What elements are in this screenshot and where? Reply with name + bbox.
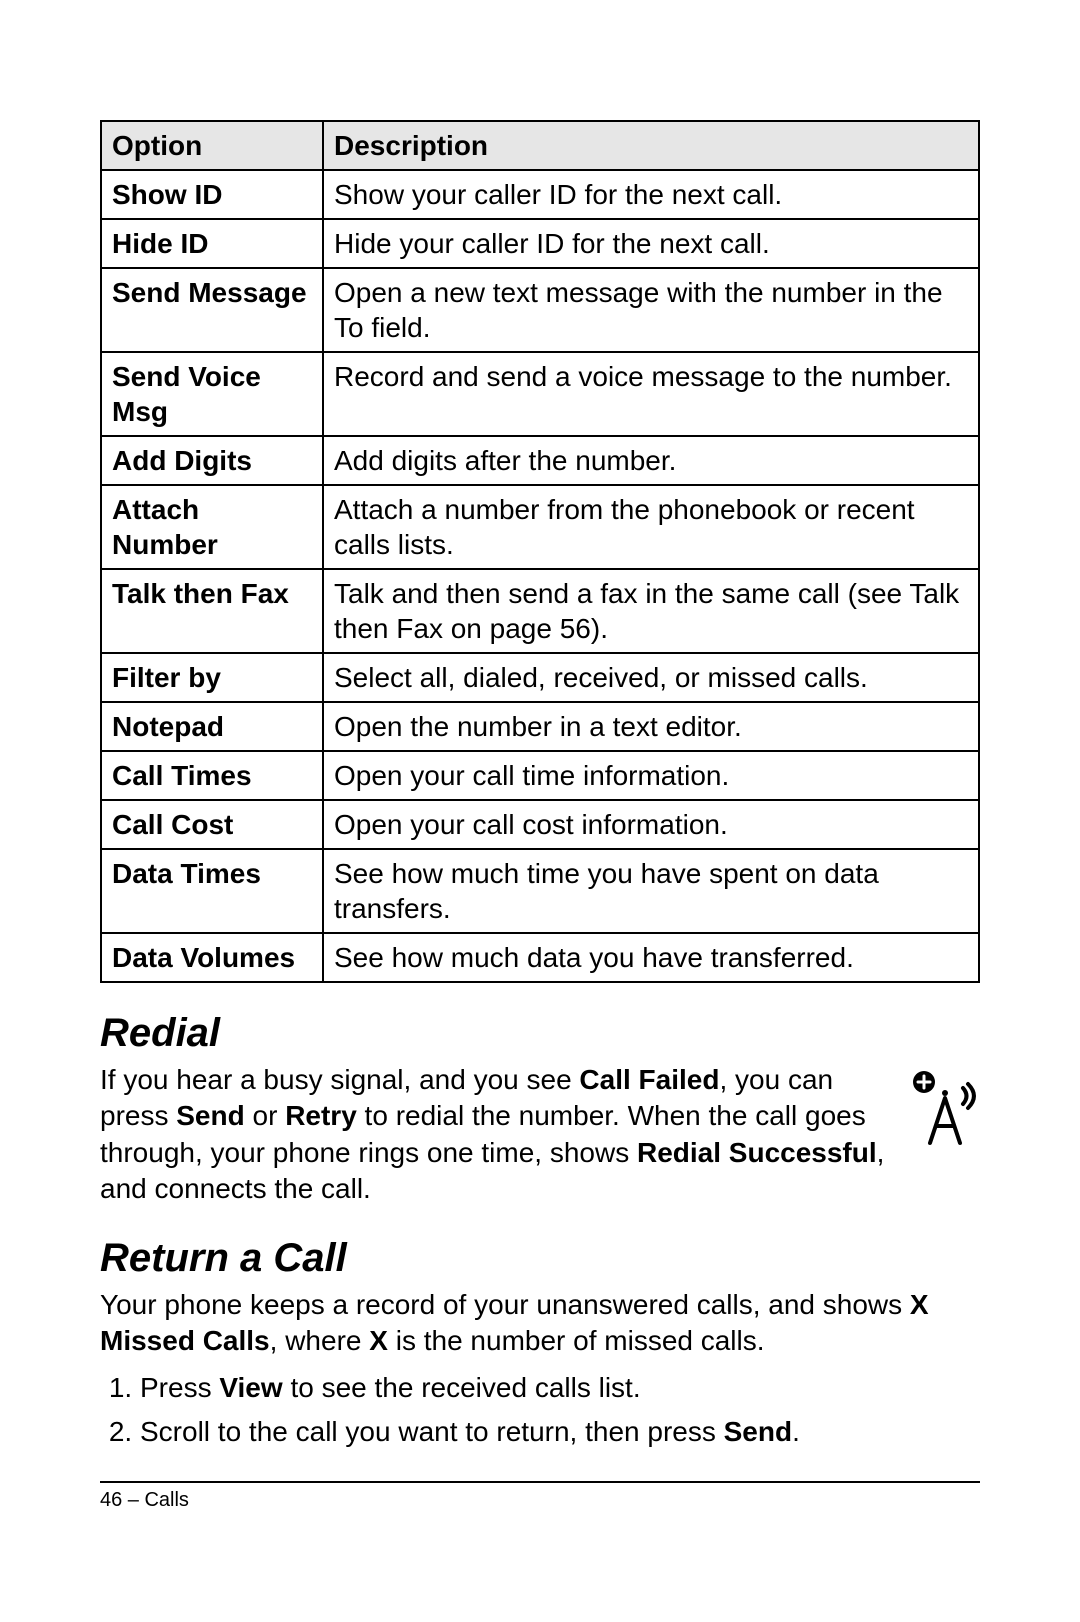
option-cell: Notepad [101,702,323,751]
table-row: Send MessageOpen a new text message with… [101,268,979,352]
view-label: View [219,1372,282,1403]
option-cell: Send Voice Msg [101,352,323,436]
description-cell: See how much data you have transferred. [323,933,979,982]
description-cell: Talk and then send a fax in the same cal… [323,569,979,653]
redial-paragraph: If you hear a busy signal, and you see C… [100,1062,980,1208]
manual-page: Option Description Show IDShow your call… [0,0,1080,1622]
option-cell: Attach Number [101,485,323,569]
table-row: Filter bySelect all, dialed, received, o… [101,653,979,702]
text: Scroll to the call you want to return, t… [140,1416,724,1447]
header-description: Description [323,121,979,170]
table-row: Attach NumberAttach a number from the ph… [101,485,979,569]
table-row: Call TimesOpen your call time informatio… [101,751,979,800]
return-call-paragraph: Your phone keeps a record of your unansw… [100,1287,980,1360]
table-row: Show IDShow your caller ID for the next … [101,170,979,219]
text: is the number of missed calls. [388,1325,765,1356]
x-label: X [369,1325,388,1356]
option-cell: Data Times [101,849,323,933]
retry-label: Retry [285,1100,357,1131]
table-header-row: Option Description [101,121,979,170]
text: Press [140,1372,219,1403]
footer-text: 46 – Calls [100,1489,189,1511]
description-cell: Add digits after the number. [323,436,979,485]
redial-block: If you hear a busy signal, and you see C… [100,1062,980,1208]
table-row: NotepadOpen the number in a text editor. [101,702,979,751]
option-cell: Filter by [101,653,323,702]
option-cell: Show ID [101,170,323,219]
table-row: Hide IDHide your caller ID for the next … [101,219,979,268]
text: to see the received calls list. [283,1372,641,1403]
description-cell: Show your caller ID for the next call. [323,170,979,219]
header-option: Option [101,121,323,170]
description-cell: Hide your caller ID for the next call. [323,219,979,268]
table-row: Call CostOpen your call cost information… [101,800,979,849]
description-cell: Open a new text message with the number … [323,268,979,352]
table-row: Add DigitsAdd digits after the number. [101,436,979,485]
return-call-steps: Press View to see the received calls lis… [100,1369,980,1451]
table-row: Send Voice MsgRecord and send a voice me… [101,352,979,436]
description-cell: Open your call cost information. [323,800,979,849]
description-cell: Attach a number from the phonebook or re… [323,485,979,569]
table-row: Talk then FaxTalk and then send a fax in… [101,569,979,653]
send-label: Send [176,1100,244,1131]
option-cell: Call Cost [101,800,323,849]
options-table: Option Description Show IDShow your call… [100,120,980,983]
description-cell: Select all, dialed, received, or missed … [323,653,979,702]
call-failed-label: Call Failed [579,1064,719,1095]
table-row: Data TimesSee how much time you have spe… [101,849,979,933]
description-cell: See how much time you have spent on data… [323,849,979,933]
option-cell: Talk then Fax [101,569,323,653]
option-cell: Send Message [101,268,323,352]
text: or [245,1100,285,1131]
step-2: Scroll to the call you want to return, t… [140,1413,980,1451]
option-cell: Hide ID [101,219,323,268]
redial-successful-label: Redial Successful [637,1137,877,1168]
option-cell: Call Times [101,751,323,800]
text: , where [270,1325,370,1356]
description-cell: Open your call time information. [323,751,979,800]
option-cell: Add Digits [101,436,323,485]
redial-heading: Redial [100,1011,980,1056]
text: If you hear a busy signal, and you see [100,1064,579,1095]
description-cell: Open the number in a text editor. [323,702,979,751]
text: Your phone keeps a record of your unansw… [100,1289,910,1320]
page-footer: 46 – Calls [100,1481,980,1512]
table-row: Data VolumesSee how much data you have t… [101,933,979,982]
option-cell: Data Volumes [101,933,323,982]
text: . [792,1416,800,1447]
step-1: Press View to see the received calls lis… [140,1369,980,1407]
send-label: Send [724,1416,792,1447]
return-call-heading: Return a Call [100,1236,980,1281]
network-feature-icon [910,1068,980,1148]
description-cell: Record and send a voice message to the n… [323,352,979,436]
